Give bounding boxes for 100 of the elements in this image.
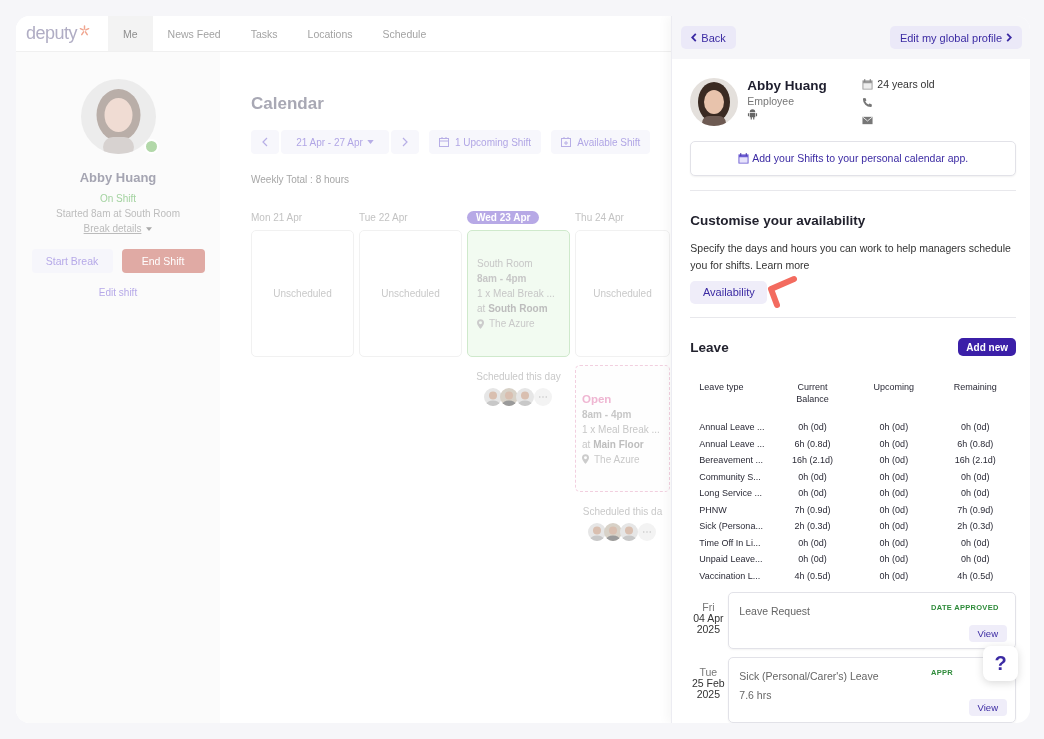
- location-pin-icon: [582, 454, 589, 464]
- table-cell-text: PHNW: [698, 503, 728, 517]
- more-avatars-button[interactable]: [638, 523, 657, 541]
- nav-tab[interactable]: News Feed: [152, 16, 236, 51]
- nav-tab[interactable]: Schedule: [367, 16, 442, 51]
- calendar-icon: [738, 152, 750, 164]
- calendar-plus-icon: [561, 137, 572, 147]
- table-cell-text: Bereavement ...: [698, 454, 764, 468]
- logo[interactable]: deputy: [26, 23, 78, 44]
- edit-shift-link[interactable]: Edit shift: [98, 287, 138, 298]
- table-cell-text: 0h (0d): [797, 553, 828, 567]
- break-details-dropdown[interactable]: Break details: [83, 223, 153, 234]
- available-shifts-button[interactable]: Available Shift: [551, 130, 651, 154]
- request-date: 25 Feb: [692, 678, 725, 689]
- table-cell-text: 4h (0.5d): [956, 569, 995, 583]
- day-header[interactable]: Tue 22 Apr: [359, 211, 408, 224]
- section-heading: Customise your availability: [690, 212, 867, 228]
- date-range-dropdown[interactable]: 21 Apr - 27 Apr: [281, 130, 389, 154]
- phone-icon: [862, 97, 874, 108]
- shift-start-text: Started 8am at South Room: [56, 208, 180, 219]
- table-cell-text: Annual Leave ...: [698, 437, 766, 451]
- table-cell-text: 0h (0d): [797, 487, 828, 501]
- help-button[interactable]: ?: [983, 646, 1018, 681]
- table-cell-text: 6h (0.8d): [793, 437, 832, 451]
- calendar-icon: [439, 137, 449, 147]
- next-week-button[interactable]: [391, 130, 419, 154]
- day-header[interactable]: Mon 21 Apr: [251, 211, 303, 224]
- request-weekday: Fri: [702, 602, 715, 613]
- request-title: Leave Request: [739, 605, 810, 617]
- add-new-button[interactable]: Add new: [958, 338, 1016, 356]
- availability-button[interactable]: Availability: [690, 280, 768, 304]
- table-cell-text: Unpaid Leave...: [698, 553, 764, 567]
- table-cell-text: 7h (0.9d): [793, 503, 832, 517]
- table-cell-text: 6h (0.8d): [956, 437, 995, 451]
- request-weekday: Tue: [699, 667, 718, 678]
- employee-name: Abby Huang: [79, 170, 157, 185]
- end-shift-button[interactable]: End Shift: [121, 249, 205, 273]
- table-cell-text: 0h (0d): [878, 553, 910, 567]
- previous-week-button[interactable]: [251, 130, 279, 154]
- view-button[interactable]: View: [968, 625, 1007, 642]
- table-cell-text: Long Service ...: [698, 487, 763, 501]
- column-header: Upcoming: [872, 381, 916, 394]
- chevron-right-icon: [1006, 33, 1012, 42]
- location-pin-icon: [477, 318, 484, 329]
- availability-description: Specify the days and hours you can work to help managers schedule you for shifts. Learn more: [690, 240, 1012, 273]
- nav-tab[interactable]: Locations: [292, 16, 368, 51]
- column-header: Current Balance: [795, 381, 830, 406]
- age-text: 24 years old: [877, 78, 935, 90]
- chevron-right-icon: [402, 137, 408, 147]
- chevron-left-icon: [691, 33, 698, 42]
- table-cell-text: 0h (0d): [878, 470, 910, 484]
- table-cell-text: 0h (0d): [960, 553, 991, 567]
- table-cell-text: 0h (0d): [960, 536, 991, 550]
- calendar-sync-link[interactable]: Add your Shifts to your personal calendar app.: [690, 140, 1016, 176]
- back-button[interactable]: Back: [681, 26, 736, 49]
- table-cell-text: 0h (0d): [878, 569, 910, 583]
- view-button[interactable]: View: [968, 699, 1007, 716]
- calendar-icon: [862, 78, 874, 90]
- table-cell-text: 0h (0d): [878, 437, 910, 451]
- more-avatars-button[interactable]: [534, 388, 553, 406]
- table-cell-text: 2h (0.3d): [956, 520, 995, 534]
- day-header[interactable]: Wed 23 Apr: [467, 211, 540, 224]
- table-cell-text: 0h (0d): [878, 487, 910, 501]
- table-cell-text: 0h (0d): [960, 421, 991, 435]
- asterisk-icon: [79, 25, 91, 36]
- table-cell-text: Sick (Persona...: [698, 520, 764, 534]
- calendar-title: Calendar: [251, 94, 325, 114]
- start-break-button[interactable]: Start Break: [31, 249, 113, 273]
- shift-title: Open: [582, 392, 613, 405]
- table-cell-text: 0h (0d): [960, 487, 991, 501]
- caret-icon: [366, 140, 374, 144]
- table-cell-text: 16h (2.1d): [790, 454, 834, 468]
- table-cell-text: 4h (0.5d): [793, 569, 832, 583]
- edit-profile-button[interactable]: Edit my global profile: [889, 26, 1022, 49]
- request-year: 2025: [696, 689, 721, 700]
- column-header: Remaining: [952, 381, 998, 394]
- table-cell-text: 0h (0d): [797, 536, 828, 550]
- table-cell-text: 16h (2.1d): [953, 454, 997, 468]
- table-cell-text: 0h (0d): [878, 454, 910, 468]
- weekly-total: Weekly Total : 8 hours: [251, 174, 350, 185]
- table-cell-text: 0h (0d): [878, 503, 910, 517]
- table-cell-text: Community S...: [698, 470, 762, 484]
- table-cell-text: 2h (0.3d): [793, 520, 832, 534]
- caret-icon: [146, 226, 153, 231]
- nav-tab[interactable]: Me: [108, 16, 153, 51]
- request-year: 2025: [696, 624, 721, 635]
- table-cell-text: 0h (0d): [960, 470, 991, 484]
- table-cell-text: 7h (0.9d): [956, 503, 995, 517]
- android-icon: [747, 109, 759, 120]
- table-cell-text: 0h (0d): [878, 421, 910, 435]
- pointer-mark-drawing: [765, 274, 800, 309]
- employee-name: Abby Huang: [747, 78, 828, 93]
- table-cell-text: 0h (0d): [797, 421, 828, 435]
- upcoming-shift-button[interactable]: 1 Upcoming Shift: [429, 130, 542, 154]
- table-cell-text: 0h (0d): [878, 520, 910, 534]
- table-cell-text: Annual Leave ...: [698, 421, 766, 435]
- table-cell-text: 0h (0d): [797, 470, 828, 484]
- table-cell-text: Time Off In Li...: [698, 536, 762, 550]
- shift-status: On Shift: [99, 193, 137, 204]
- nav-tab[interactable]: Tasks: [235, 16, 293, 51]
